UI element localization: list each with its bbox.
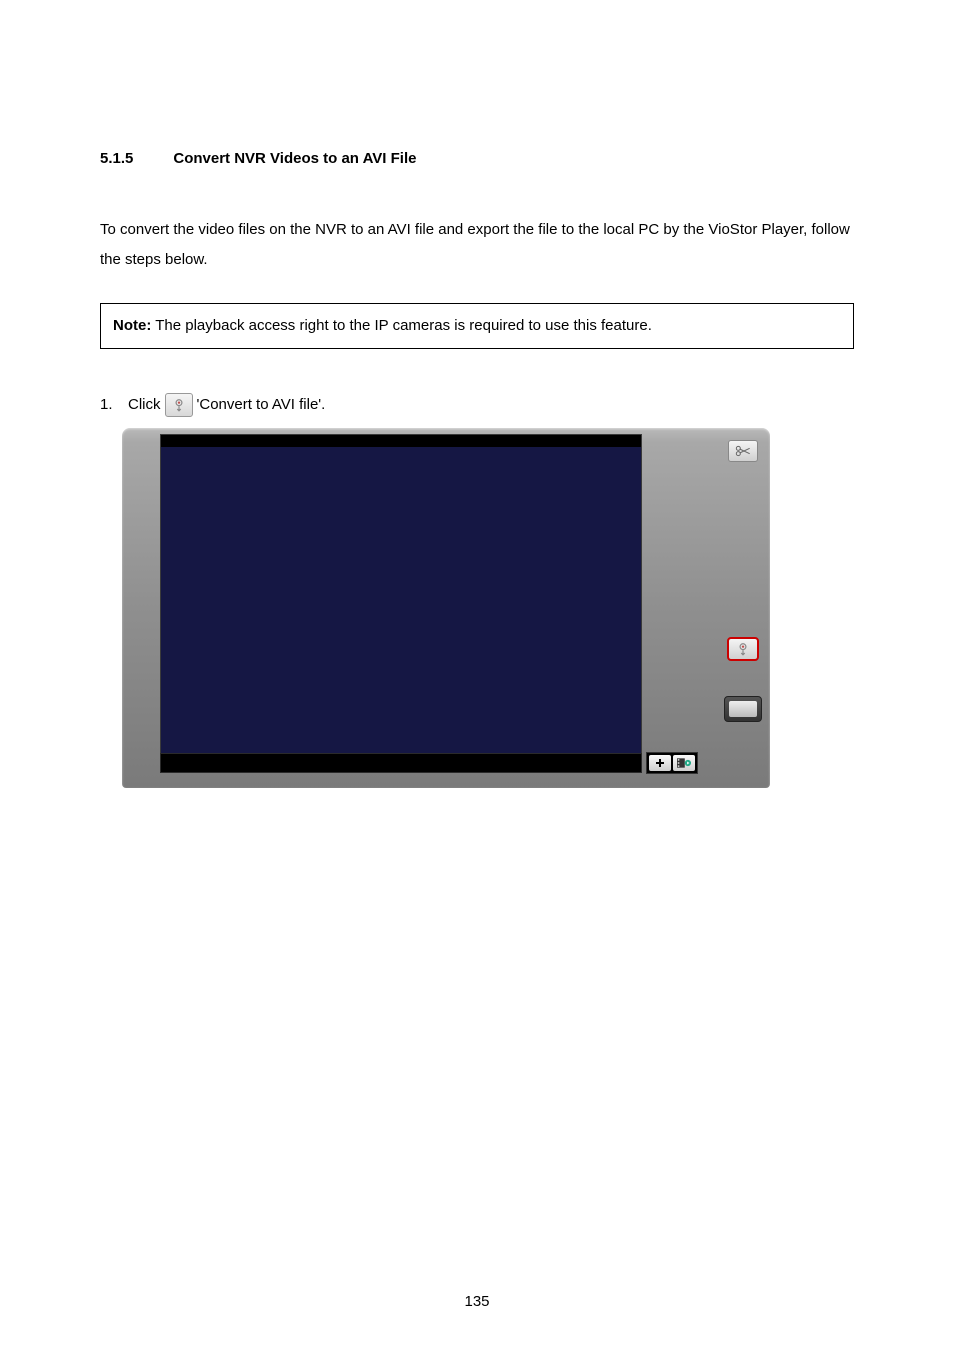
intro-paragraph: To convert the video files on the NVR to…	[100, 215, 854, 275]
section-heading: 5.1.5 Convert NVR Videos to an AVI File	[100, 150, 854, 167]
plus-icon[interactable]	[649, 755, 671, 771]
step-number: 1.	[100, 391, 128, 418]
step-suffix: 'Convert to AVI file'.	[197, 391, 326, 418]
convert-avi-icon[interactable]	[728, 638, 758, 660]
note-box: Note: The playback access right to the I…	[100, 303, 854, 349]
slider-icon[interactable]	[724, 696, 762, 722]
page-number: 135	[0, 1293, 954, 1310]
video-viewer	[160, 434, 642, 754]
section-title: Convert NVR Videos to an AVI File	[173, 150, 416, 167]
step-1: 1. Click 'Convert to AVI file'.	[100, 391, 854, 788]
timeline-bar[interactable]	[160, 753, 642, 773]
viewer-topbar	[161, 435, 641, 447]
step-prefix: Click	[128, 391, 161, 418]
scissors-icon[interactable]	[728, 440, 758, 462]
note-label: Note:	[113, 317, 151, 334]
note-body: The playback access right to the IP came…	[155, 317, 652, 334]
section-number: 5.1.5	[100, 150, 133, 167]
viewer-controls	[160, 752, 720, 774]
film-play-icon[interactable]	[673, 755, 695, 771]
player-screenshot	[122, 428, 770, 788]
convert-avi-icon	[165, 393, 193, 417]
